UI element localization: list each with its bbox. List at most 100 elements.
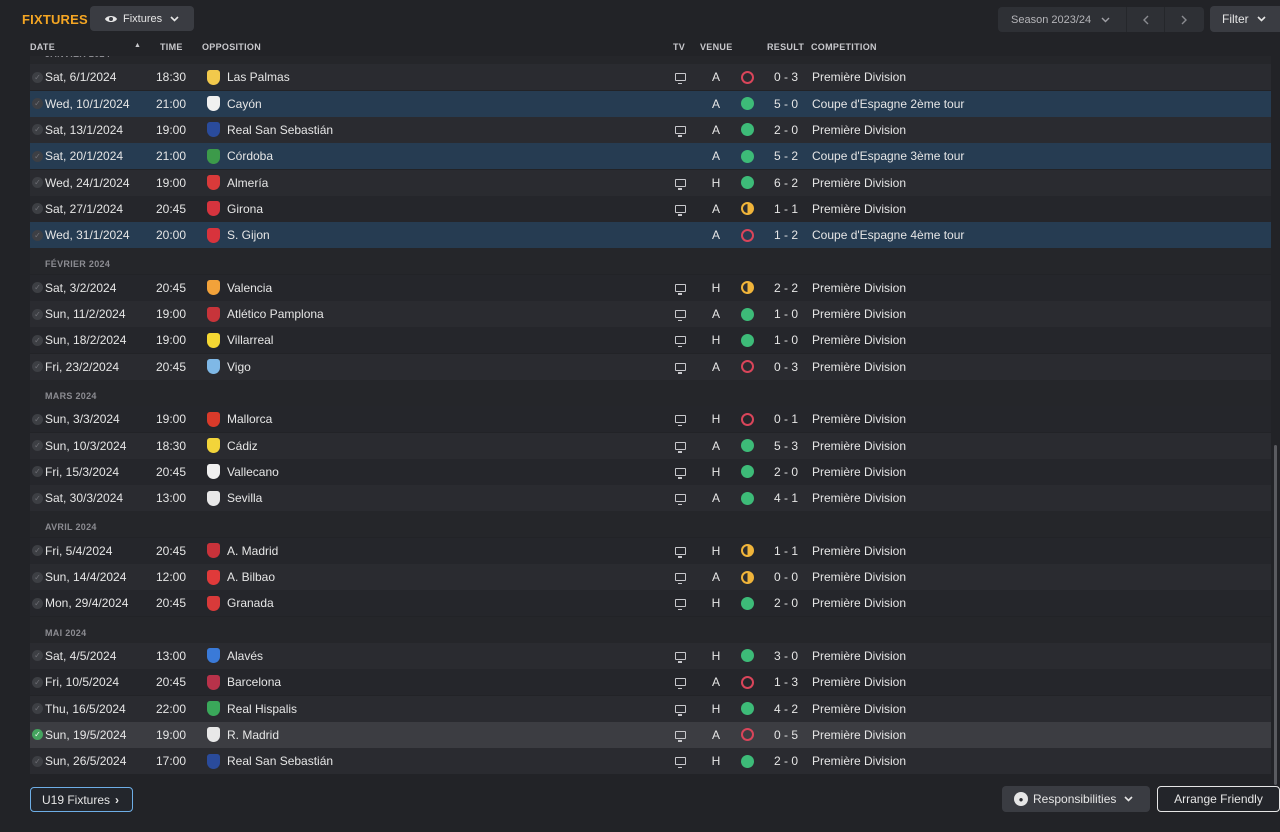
opposition-name[interactable]: A. Bilbao: [227, 564, 527, 590]
fixture-row[interactable]: ✓ Sat, 30/3/2024 13:00 Sevilla A 4 - 1 Premièr…: [30, 485, 1271, 512]
competition-name[interactable]: Première Division: [812, 459, 1212, 485]
opposition-name[interactable]: A. Madrid: [227, 538, 527, 564]
opposition-name[interactable]: S. Gijon: [227, 222, 527, 248]
opposition-name[interactable]: Cádiz: [227, 433, 527, 459]
competition-name[interactable]: Première Division: [812, 354, 1212, 380]
competition-name[interactable]: Première Division: [812, 669, 1212, 695]
opposition-name[interactable]: Granada: [227, 590, 527, 616]
competition-name[interactable]: Première Division: [812, 64, 1212, 90]
opposition-name[interactable]: Vigo: [227, 354, 527, 380]
fixture-row[interactable]: ✓ Sun, 14/4/2024 12:00 A. Bilbao A 0 - 0 Premi…: [30, 564, 1271, 590]
competition-name[interactable]: Première Division: [812, 327, 1212, 353]
arrange-friendly-button[interactable]: Arrange Friendly: [1157, 786, 1280, 812]
column-venue[interactable]: VENUE: [700, 42, 733, 52]
fixture-row[interactable]: ✓ Sun, 26/5/2024 17:00 Real San Sebastián H 2…: [30, 748, 1271, 775]
opposition-name[interactable]: Valencia: [227, 275, 527, 301]
fixture-row[interactable]: ✓ Sun, 11/2/2024 19:00 Atlético Pamplona A 1 …: [30, 301, 1271, 327]
match-score[interactable]: 1 - 0: [768, 301, 804, 327]
scrollbar[interactable]: [1274, 445, 1277, 785]
competition-name[interactable]: Première Division: [812, 275, 1212, 301]
match-score[interactable]: 2 - 0: [768, 748, 804, 774]
opposition-name[interactable]: Sevilla: [227, 485, 527, 511]
opposition-name[interactable]: Las Palmas: [227, 64, 527, 90]
opposition-name[interactable]: R. Madrid: [227, 722, 527, 748]
fixture-row[interactable]: ✓ Fri, 5/4/2024 20:45 A. Madrid H 1 - 1 Premiè…: [30, 537, 1271, 564]
competition-name[interactable]: Première Division: [812, 170, 1212, 196]
competition-name[interactable]: Coupe d'Espagne 2ème tour: [812, 91, 1212, 117]
opposition-name[interactable]: Barcelona: [227, 669, 527, 695]
match-score[interactable]: 2 - 2: [768, 275, 804, 301]
match-score[interactable]: 1 - 2: [768, 222, 804, 248]
competition-name[interactable]: Première Division: [812, 748, 1212, 774]
competition-name[interactable]: Première Division: [812, 564, 1212, 590]
fixture-row[interactable]: ✓ Sun, 3/3/2024 19:00 Mallorca H 0 - 1 Premièr…: [30, 406, 1271, 433]
competition-name[interactable]: Première Division: [812, 485, 1212, 511]
competition-name[interactable]: Première Division: [812, 722, 1212, 748]
fixture-row[interactable]: ✓ Sat, 3/2/2024 20:45 Valencia H 2 - 2 Premièr…: [30, 274, 1271, 301]
competition-name[interactable]: Coupe d'Espagne 4ème tour: [812, 222, 1212, 248]
column-opposition[interactable]: OPPOSITION: [202, 42, 261, 52]
fixture-row[interactable]: ✓ Fri, 15/3/2024 20:45 Vallecano H 2 - 0 Premi…: [30, 458, 1271, 485]
filter-button[interactable]: Filter: [1210, 6, 1280, 32]
match-score[interactable]: 4 - 1: [768, 485, 804, 511]
competition-name[interactable]: Première Division: [812, 433, 1212, 459]
competition-name[interactable]: Première Division: [812, 643, 1212, 669]
season-dropdown[interactable]: Season 2023/24: [998, 14, 1126, 26]
fixture-row[interactable]: ✓ Fri, 10/5/2024 20:45 Barcelona A 1 - 3 Premi…: [30, 669, 1271, 696]
next-season-button[interactable]: [1164, 7, 1202, 32]
match-score[interactable]: 0 - 3: [768, 64, 804, 90]
fixture-row[interactable]: ✓ Wed, 31/1/2024 20:00 S. Gijon A 1 - 2 Coupe …: [30, 222, 1271, 249]
competition-name[interactable]: Première Division: [812, 406, 1212, 432]
match-score[interactable]: 1 - 0: [768, 327, 804, 353]
u19-fixtures-button[interactable]: U19 Fixtures ›: [30, 787, 133, 812]
match-score[interactable]: 0 - 5: [768, 722, 804, 748]
fixture-row[interactable]: ✓ Mon, 29/4/2024 20:45 Granada H 2 - 0 Premièr…: [30, 590, 1271, 617]
fixture-row[interactable]: ✓ Sun, 18/2/2024 19:00 Villarreal H 1 - 0 Prem…: [30, 327, 1271, 354]
competition-name[interactable]: Première Division: [812, 538, 1212, 564]
match-score[interactable]: 4 - 2: [768, 696, 804, 722]
fixture-row[interactable]: ✓ Sat, 13/1/2024 19:00 Real San Sebastián A 2…: [30, 116, 1271, 143]
opposition-name[interactable]: Córdoba: [227, 143, 527, 169]
match-score[interactable]: 1 - 1: [768, 196, 804, 222]
opposition-name[interactable]: Atlético Pamplona: [227, 301, 527, 327]
view-dropdown[interactable]: Fixtures: [90, 6, 194, 31]
competition-name[interactable]: Première Division: [812, 117, 1212, 143]
match-score[interactable]: 2 - 0: [768, 117, 804, 143]
match-score[interactable]: 0 - 1: [768, 406, 804, 432]
opposition-name[interactable]: Real Hispalis: [227, 696, 527, 722]
fixture-row[interactable]: ✓ Sun, 10/3/2024 18:30 Cádiz A 5 - 3 Première …: [30, 432, 1271, 459]
match-score[interactable]: 2 - 0: [768, 459, 804, 485]
opposition-name[interactable]: Girona: [227, 196, 527, 222]
column-competition[interactable]: COMPETITION: [811, 42, 877, 52]
fixture-row[interactable]: ✓ Thu, 16/5/2024 22:00 Real Hispalis H 4 - 2 P…: [30, 695, 1271, 722]
column-result[interactable]: RESULT: [767, 42, 804, 52]
competition-name[interactable]: Première Division: [812, 696, 1212, 722]
match-score[interactable]: 2 - 0: [768, 590, 804, 616]
column-tv[interactable]: TV: [673, 42, 685, 52]
fixture-row[interactable]: ✓ Sat, 6/1/2024 18:30 Las Palmas A 0 - 3 Premi…: [30, 64, 1271, 91]
fixture-row[interactable]: ✓ Wed, 10/1/2024 21:00 Cayón A 5 - 0 Coupe d'E…: [30, 90, 1271, 117]
fixture-row[interactable]: ✓ Wed, 24/1/2024 19:00 Almería H 6 - 2 Premièr…: [30, 169, 1271, 196]
competition-name[interactable]: Première Division: [812, 301, 1212, 327]
match-score[interactable]: 5 - 2: [768, 143, 804, 169]
competition-name[interactable]: Coupe d'Espagne 3ème tour: [812, 143, 1212, 169]
match-score[interactable]: 0 - 0: [768, 564, 804, 590]
opposition-name[interactable]: Cayón: [227, 91, 527, 117]
match-score[interactable]: 0 - 3: [768, 354, 804, 380]
match-score[interactable]: 5 - 0: [768, 91, 804, 117]
fixture-row[interactable]: ✓ Sat, 27/1/2024 20:45 Girona A 1 - 1 Première…: [30, 195, 1271, 222]
fixture-row[interactable]: ✓ Sat, 4/5/2024 13:00 Alavés H 3 - 0 Première …: [30, 642, 1271, 669]
opposition-name[interactable]: Real San Sebastián: [227, 748, 527, 774]
match-score[interactable]: 1 - 3: [768, 669, 804, 695]
opposition-name[interactable]: Alavés: [227, 643, 527, 669]
match-score[interactable]: 6 - 2: [768, 170, 804, 196]
competition-name[interactable]: Première Division: [812, 590, 1212, 616]
opposition-name[interactable]: Villarreal: [227, 327, 527, 353]
previous-season-button[interactable]: [1126, 7, 1164, 32]
opposition-name[interactable]: Real San Sebastián: [227, 117, 527, 143]
match-score[interactable]: 5 - 3: [768, 433, 804, 459]
opposition-name[interactable]: Mallorca: [227, 406, 527, 432]
opposition-name[interactable]: Vallecano: [227, 459, 527, 485]
responsibilities-button[interactable]: ● Responsibilities: [1002, 786, 1150, 812]
fixture-row[interactable]: ✓ Sun, 19/5/2024 19:00 R. Madrid A 0 - 5 Premi…: [30, 721, 1271, 748]
